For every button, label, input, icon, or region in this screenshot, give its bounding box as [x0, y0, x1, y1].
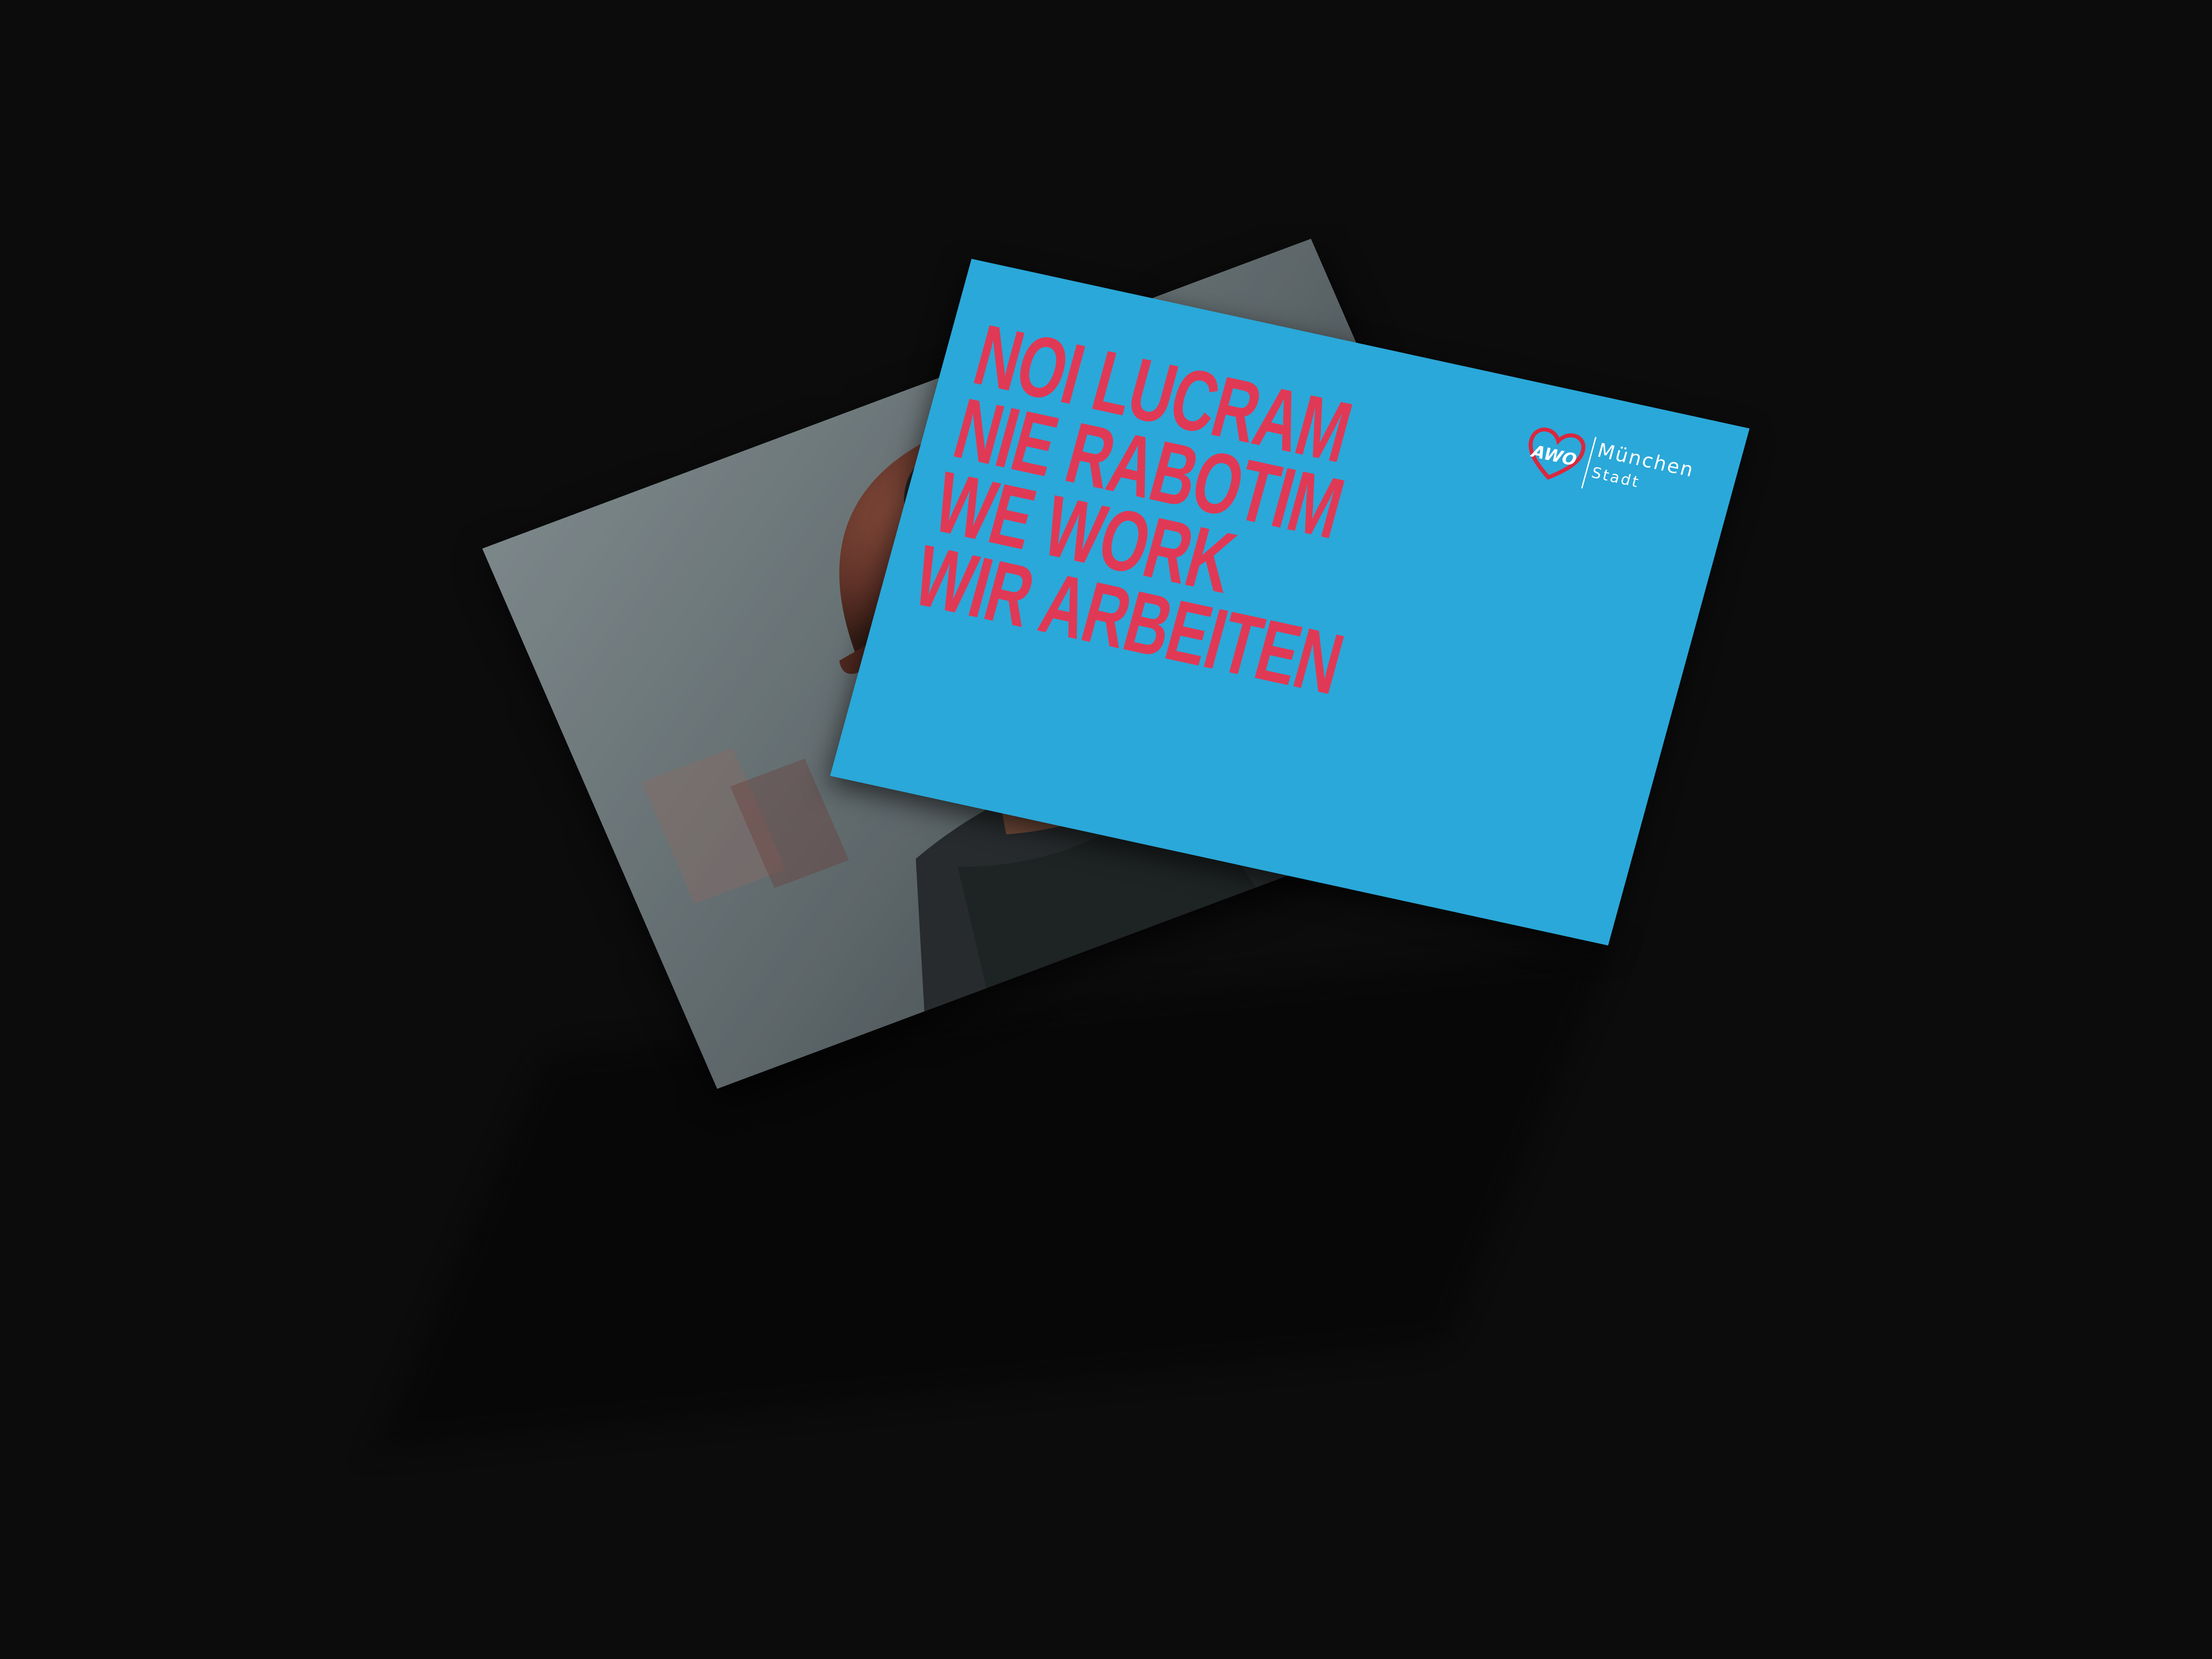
awo-logo-brand: AWO	[1528, 441, 1579, 470]
cast-shadow	[376, 948, 1614, 1450]
scene: NOI LUCRAM NIE RABOTIM WE WORK WIR ARBEI…	[0, 0, 2212, 1659]
awo-heart-logo-icon: AWO	[1528, 427, 1586, 480]
awo-logo: AWO München Stadt	[1515, 419, 1697, 519]
postcard-headline: NOI LUCRAM NIE RABOTIM WE WORK WIR ARBEI…	[905, 307, 1409, 713]
